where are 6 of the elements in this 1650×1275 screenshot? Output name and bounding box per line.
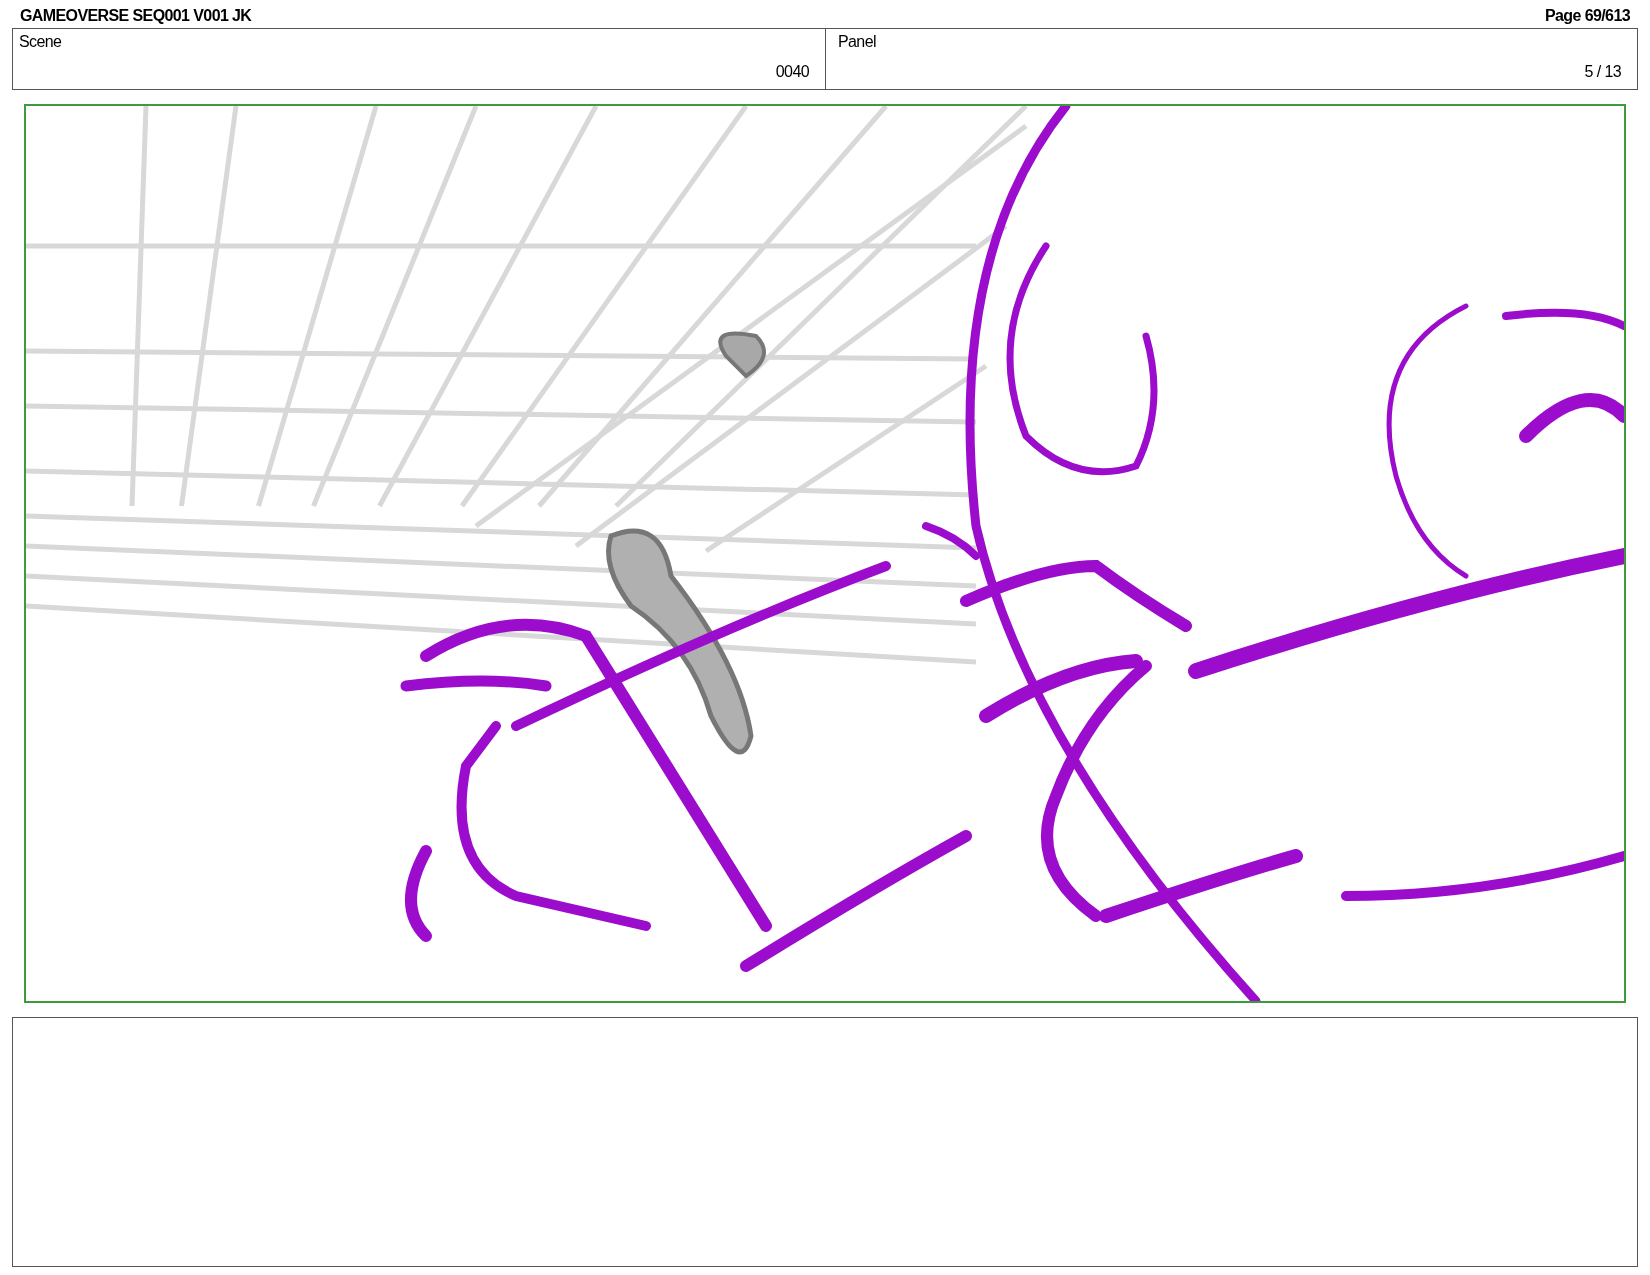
- field-value: 5 / 13: [1584, 63, 1621, 81]
- page-number: Page 69/613: [1544, 7, 1630, 25]
- field-label: Scene: [19, 33, 63, 51]
- document-title: GAMEOVERSE SEQ001 V001 JK: [20, 7, 252, 25]
- field-value: 0040: [775, 63, 809, 81]
- field-label: Panel: [838, 33, 877, 51]
